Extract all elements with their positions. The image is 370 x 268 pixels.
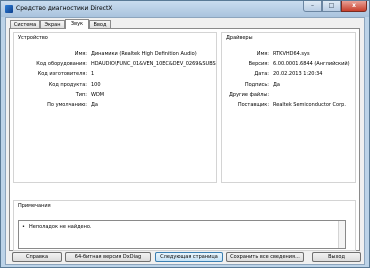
next-page-button[interactable]: Следующая страница: [155, 252, 223, 262]
device-name-value: Динамики (Realtek High Definition Audio): [91, 51, 197, 57]
other-files-label: Другие файлы:: [229, 92, 269, 98]
x64-dxdiag-button[interactable]: 64-битная версия DxDiag: [65, 252, 151, 262]
minimize-button[interactable]: –: [303, 1, 322, 12]
type-value: WDM: [91, 92, 105, 98]
directx-app-icon: [5, 5, 13, 13]
device-group: Устройство Имя: Динамики (Realtek High D…: [13, 32, 217, 183]
hardware-id-label: Код оборудования:: [36, 61, 87, 67]
bullet-icon: •: [22, 224, 25, 230]
save-all-button[interactable]: Сохранить все сведения...: [226, 252, 304, 262]
notes-group: Примечания • Неполадок не найдено.: [13, 200, 356, 251]
sound-tab-panel: Устройство Имя: Динамики (Realtek High D…: [9, 28, 360, 251]
maximize-button[interactable]: □: [322, 1, 341, 12]
driver-version-value: 6.00.0001.6844 (Английский): [273, 61, 350, 67]
window-title: Средство диагностики DirectX: [16, 5, 113, 12]
device-group-title: Устройство: [18, 35, 48, 41]
product-id-label: Код продукта:: [48, 82, 87, 88]
tab-sound[interactable]: Звук: [65, 19, 89, 29]
driver-date-label: Дата:: [254, 71, 269, 77]
help-button[interactable]: Справка: [12, 252, 62, 262]
driver-signed-value: Да: [273, 82, 280, 88]
provider-value: Realtek Semiconductor Corp.: [273, 102, 346, 108]
close-button[interactable]: x: [341, 1, 367, 12]
default-label: По умолчанию:: [47, 102, 87, 108]
driver-name-label: Имя:: [256, 51, 269, 57]
title-bar[interactable]: Средство диагностики DirectX – □ x: [1, 1, 369, 17]
driver-name-value: RTKVHD64.sys: [273, 51, 310, 57]
driver-version-label: Версия:: [248, 61, 269, 67]
manufacturer-id-value: 1: [91, 71, 95, 77]
provider-label: Поставщик:: [237, 102, 269, 108]
drivers-group-title: Драйверы: [226, 35, 253, 41]
driver-signed-label: Подпись:: [244, 82, 269, 88]
exit-button[interactable]: Выход: [312, 252, 361, 262]
device-name-label: Имя:: [74, 51, 87, 57]
type-label: Тип:: [75, 92, 87, 98]
driver-date-value: 20.02.2013 1:20:34: [273, 71, 323, 77]
notes-scrollbar[interactable]: [338, 221, 345, 248]
notes-textbox[interactable]: • Неполадок не найдено.: [18, 220, 346, 249]
manufacturer-id-label: Код изготовителя:: [37, 71, 87, 77]
product-id-value: 100: [91, 82, 101, 88]
client-area: Система Экран Звук Ввод Устройство Имя: …: [5, 17, 365, 265]
hardware-id-value: HDAUDIO\FUNC_01&VEN_10EC&DEV_0269&SUBS: [91, 61, 216, 67]
dxdiag-window: Средство диагностики DirectX – □ x Систе…: [0, 0, 370, 268]
note-line: Неполадок не найдено.: [29, 224, 92, 230]
drivers-group: Драйверы Имя: RTKVHD64.sys Версия: 6.00.…: [221, 32, 356, 183]
notes-group-title: Примечания: [18, 203, 51, 209]
default-value: Да: [91, 102, 98, 108]
